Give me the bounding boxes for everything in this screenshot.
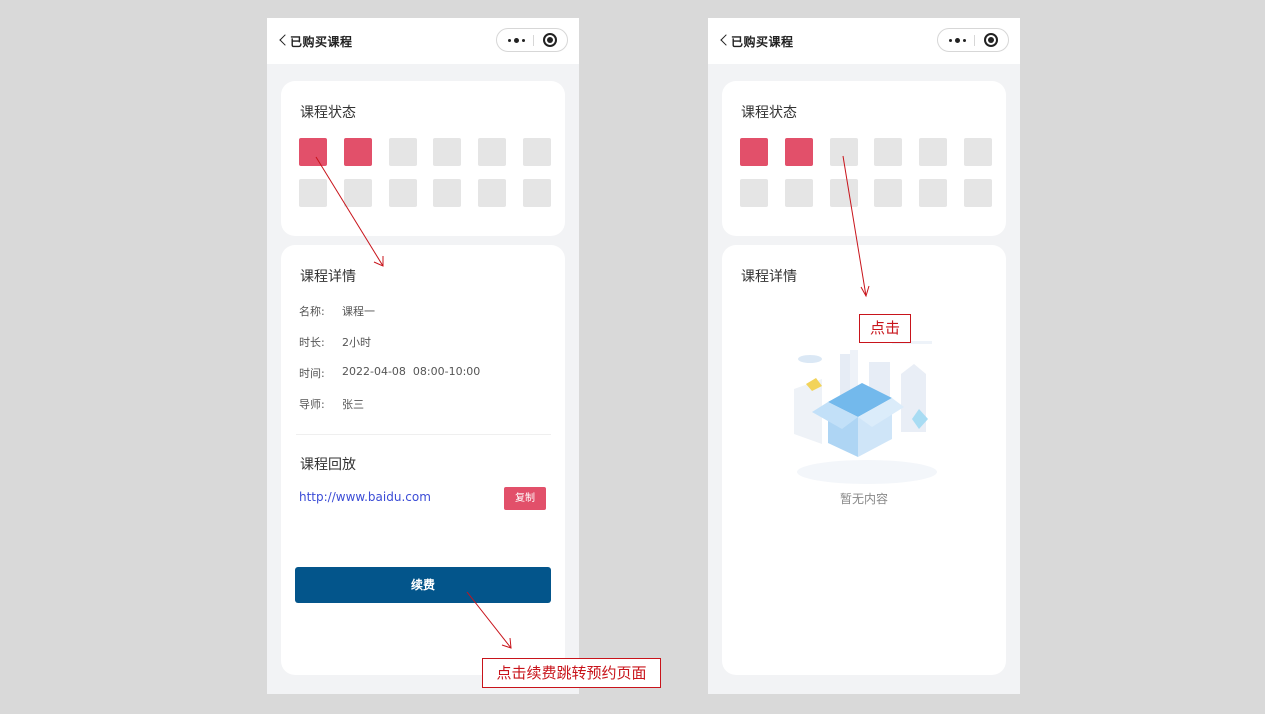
replay-link[interactable]: http://www.baidu.com xyxy=(299,490,431,504)
status-cell-pending[interactable] xyxy=(829,179,858,207)
course-detail-card: 课程详情 暂无内容 xyxy=(722,245,1006,675)
nav-title: 已购买课程 xyxy=(731,35,794,49)
course-detail-title: 课程详情 xyxy=(300,269,356,285)
status-cell-pending[interactable] xyxy=(388,138,417,166)
close-miniprogram-icon[interactable] xyxy=(984,33,998,47)
detail-value: 2小时 xyxy=(342,336,371,349)
status-cell-pending[interactable] xyxy=(874,138,903,166)
status-cell-pending[interactable] xyxy=(388,179,417,207)
status-cell-pending[interactable] xyxy=(299,179,327,207)
capsule-divider xyxy=(533,35,534,46)
phone-screen-left: 已购买课程 课程状态 课程详情 名称: 课程一 时长: 2小时 时间: 2022… xyxy=(267,18,579,694)
nav-bar: 已购买课程 xyxy=(267,18,579,64)
detail-value: 课程一 xyxy=(342,305,375,318)
phone-screen-right: 已购买课程 课程状态 课程详情 暂无内容 xyxy=(708,18,1020,694)
status-cell-pending[interactable] xyxy=(343,179,372,207)
detail-key: 时长: xyxy=(299,336,325,349)
course-status-title: 课程状态 xyxy=(741,105,797,121)
status-cell-pending[interactable] xyxy=(478,179,507,207)
annotation-note-renew: 点击续费跳转预约页面 xyxy=(482,658,661,688)
close-miniprogram-icon[interactable] xyxy=(543,33,557,47)
status-cell-pending[interactable] xyxy=(784,179,813,207)
status-cell-pending[interactable] xyxy=(874,179,903,207)
detail-key: 时间: xyxy=(299,367,325,380)
course-status-card: 课程状态 xyxy=(722,81,1006,236)
capsule-divider xyxy=(974,35,975,46)
status-cell-pending[interactable] xyxy=(964,138,992,166)
miniprogram-capsule xyxy=(937,28,1009,52)
status-cell-pending[interactable] xyxy=(919,138,948,166)
miniprogram-capsule xyxy=(496,28,568,52)
back-icon[interactable] xyxy=(277,32,291,50)
status-cell-pending[interactable] xyxy=(478,138,507,166)
replay-title: 课程回放 xyxy=(300,457,356,473)
nav-title: 已购买课程 xyxy=(290,35,353,49)
back-icon[interactable] xyxy=(718,32,732,50)
annotation-arrows xyxy=(315,155,870,649)
course-detail-title: 课程详情 xyxy=(741,269,797,285)
status-cell-completed[interactable] xyxy=(740,138,768,166)
course-status-title: 课程状态 xyxy=(300,105,356,121)
status-cell-pending[interactable] xyxy=(740,179,768,207)
status-cell-pending[interactable] xyxy=(964,179,992,207)
detail-value: 2022-04-08 08:00-10:00 xyxy=(342,365,481,378)
detail-key: 导师: xyxy=(299,398,325,411)
divider xyxy=(296,434,551,435)
detail-value: 张三 xyxy=(342,398,364,411)
course-status-card: 课程状态 xyxy=(281,81,565,236)
status-cell-completed[interactable] xyxy=(343,138,372,166)
detail-key: 名称: xyxy=(299,305,325,318)
status-cell-pending[interactable] xyxy=(919,179,948,207)
status-cell-completed[interactable] xyxy=(299,138,327,166)
copy-button[interactable]: 复制 xyxy=(504,487,546,510)
status-cell-pending[interactable] xyxy=(523,138,551,166)
more-icon[interactable] xyxy=(505,31,531,49)
empty-text: 暂无内容 xyxy=(839,492,888,506)
status-cell-pending[interactable] xyxy=(433,138,462,166)
status-cell-pending[interactable] xyxy=(829,138,858,166)
annotation-note-click: 点击 xyxy=(859,314,911,343)
nav-bar: 已购买课程 xyxy=(708,18,1020,64)
status-cell-completed[interactable] xyxy=(784,138,813,166)
empty-box-illustration xyxy=(794,341,937,484)
status-cell-pending[interactable] xyxy=(523,179,551,207)
more-icon[interactable] xyxy=(946,31,972,49)
status-cell-pending[interactable] xyxy=(433,179,462,207)
renew-button[interactable]: 续费 xyxy=(295,567,551,603)
course-detail-card: 课程详情 名称: 课程一 时长: 2小时 时间: 2022-04-08 08:0… xyxy=(281,245,565,675)
